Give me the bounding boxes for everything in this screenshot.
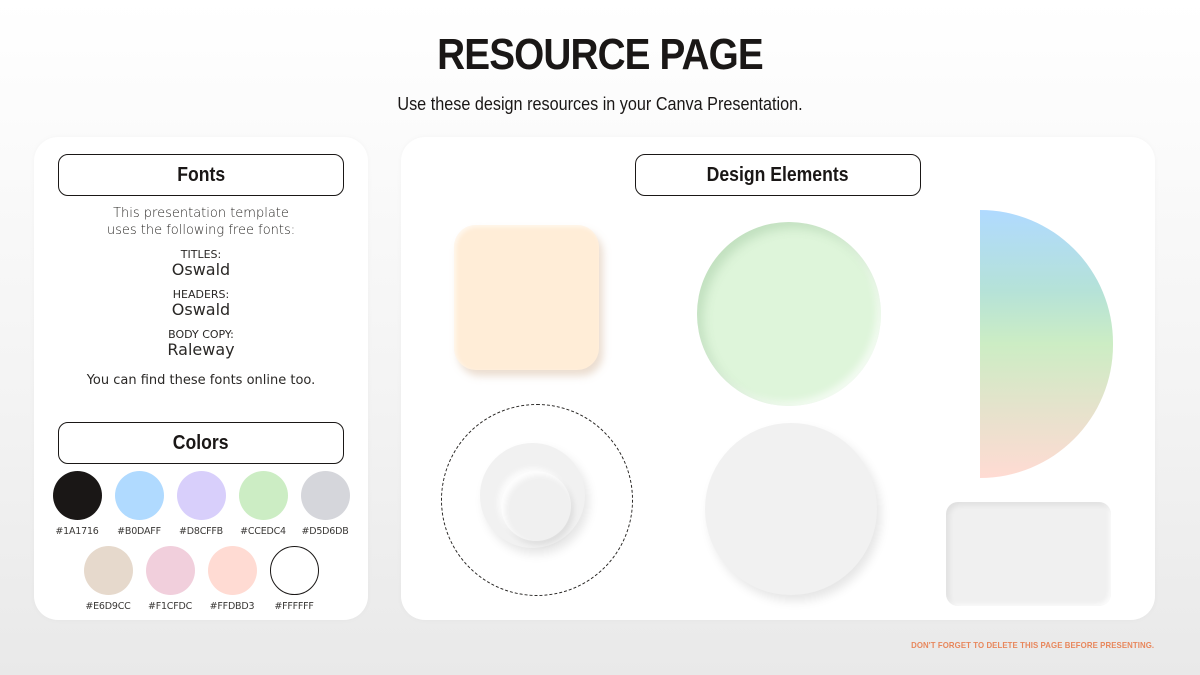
color-dot [52,471,102,520]
fonts-heading: Fonts [177,163,225,186]
font-name: Raleway [167,340,235,359]
color-dot [176,471,226,520]
color-dot [114,471,164,520]
fonts-heading-box: Fonts [58,154,344,196]
font-item-body-copy: BODY COPY: Raleway [34,329,368,359]
color-hex-label: #1A1716 [55,526,99,537]
color-swatch-row-2: #E6D9CC #F1CFDC #FFDBD3 #FFFFFF [34,546,368,612]
color-hex-label: #D5D6DB [301,526,349,537]
gradient-half-circle-shape[interactable] [980,210,1113,478]
color-dot [83,546,133,595]
color-swatch: #E6D9CC [83,546,133,612]
color-hex-label: #E6D9CC [85,601,131,612]
peach-rounded-square-shape[interactable] [454,225,599,370]
green-inset-circle-shape[interactable] [697,222,881,406]
color-dot [207,546,257,595]
color-swatch: #B0DAFF [114,471,164,537]
color-hex-label: #D8CFFB [179,526,223,537]
gray-disc-inner-shape[interactable] [501,471,571,541]
page-title: RESOURCE PAGE [437,30,764,79]
font-name: Oswald [171,260,231,279]
color-hex-label: #CCEDC4 [240,526,286,537]
color-swatch: #CCEDC4 [238,471,288,537]
color-swatch: #FFDBD3 [207,546,257,612]
fonts-colors-panel: Fonts This presentation template uses th… [34,137,368,620]
fonts-intro-line1: This presentation template [113,206,289,221]
fonts-intro: This presentation template uses the foll… [34,205,368,239]
color-swatch: #1A1716 [52,471,102,537]
color-dot [238,471,288,520]
color-swatch: #F1CFDC [145,546,195,612]
color-hex-label: #FFDBD3 [209,601,255,612]
color-hex-label: #F1CFDC [147,601,193,612]
fonts-intro-line2: uses the following free fonts: [106,223,296,238]
color-swatch: #D8CFFB [176,471,226,537]
colors-heading: Colors [173,431,229,454]
fonts-outro: You can find these fonts online too. [86,373,316,388]
color-hex-label: #FFFFFF [274,601,314,612]
font-name: Oswald [171,300,231,319]
design-elements-heading: Design Elements [707,163,849,186]
delete-reminder-note: DON'T FORGET TO DELETE THIS PAGE BEFORE … [910,640,1154,650]
design-elements-panel: Design Elements [401,137,1155,620]
color-dot [300,471,350,520]
design-elements-heading-box: Design Elements [635,154,921,196]
color-dot [269,546,319,595]
color-swatch: #D5D6DB [300,471,350,537]
color-dot [145,546,195,595]
colors-heading-box: Colors [58,422,344,464]
page-subtitle: Use these design resources in your Canva… [397,94,803,114]
font-item-headers: HEADERS: Oswald [34,289,368,319]
color-swatch: #FFFFFF [269,546,319,612]
font-item-titles: TITLES: Oswald [34,249,368,279]
gray-circle-shape[interactable] [705,423,877,595]
fonts-info: This presentation template uses the foll… [34,205,368,389]
color-swatch-row-1: #1A1716 #B0DAFF #D8CFFB #CCEDC4 #D5D6DB [34,471,368,537]
gray-inset-rounded-rectangle-shape[interactable] [946,502,1111,606]
color-hex-label: #B0DAFF [117,526,161,537]
